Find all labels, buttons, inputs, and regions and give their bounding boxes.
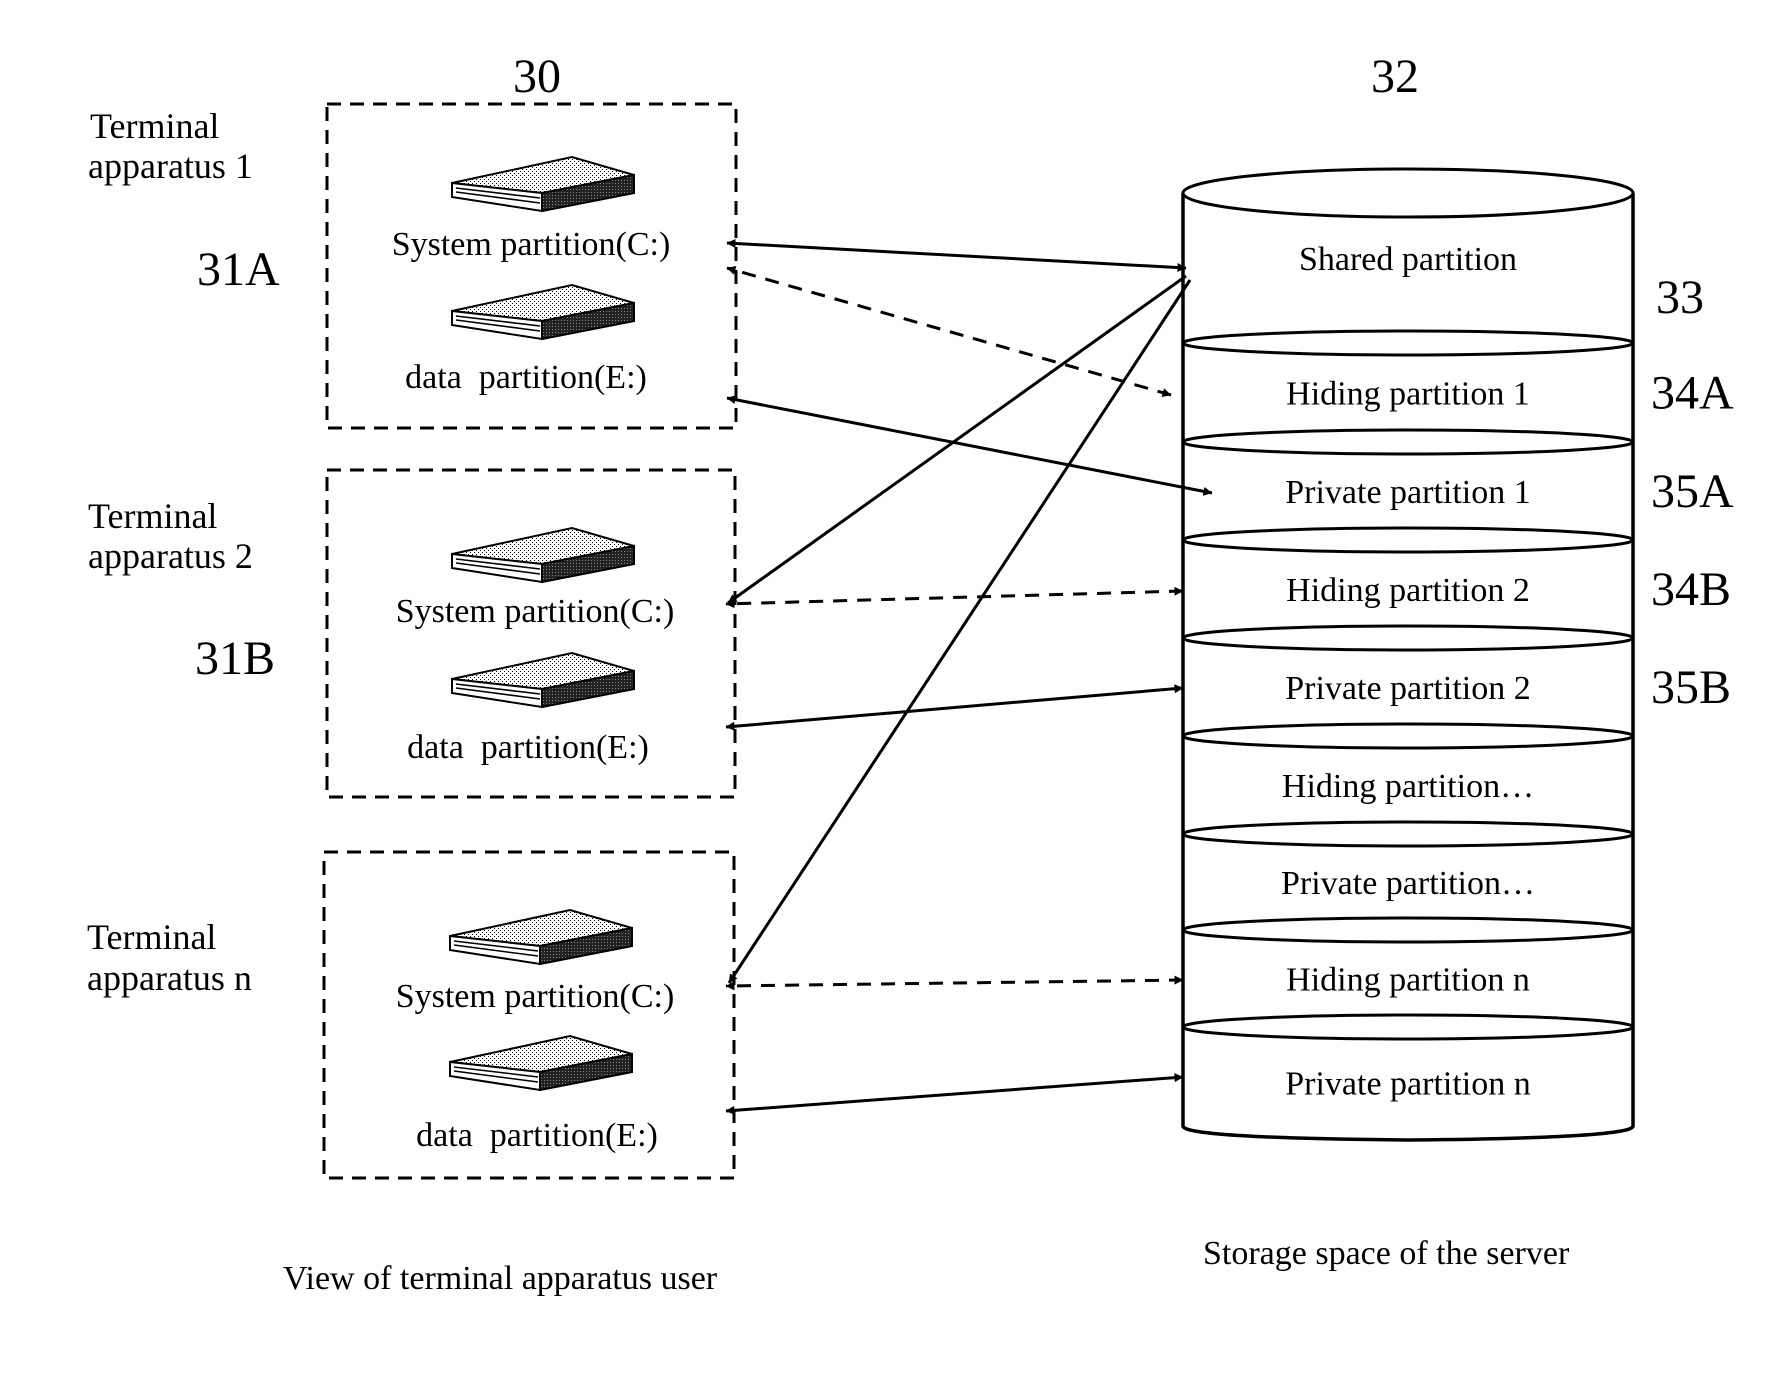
arrow-t1-data-private1	[726, 395, 1213, 496]
connections	[725, 238, 1213, 1115]
terminal-n-data-partition[interactable]: data partition(E:)	[416, 1117, 658, 1154]
cylinder-divider	[1181, 1013, 1635, 1041]
arrow-t2-system-shared	[727, 274, 1187, 605]
cylinder-band-refs: 33 34A 35A 34B 35B	[1651, 271, 1734, 714]
partition-ref-number: 34A	[1651, 367, 1734, 420]
partition-band-label[interactable]: Private partition…	[1281, 865, 1535, 902]
partition-band-label[interactable]: Private partition 1	[1285, 474, 1531, 511]
partition-ref-number: 33	[1656, 271, 1704, 324]
terminal-n-system-partition[interactable]: System partition(C:)	[396, 978, 675, 1015]
terminal-2: Terminal apparatus 2 31B System partitio…	[88, 468, 737, 799]
partition-ref-number: 34B	[1651, 563, 1731, 616]
cylinder-divider	[1181, 526, 1635, 554]
partition-band-label[interactable]: Hiding partition 1	[1286, 376, 1530, 413]
arrow-tn-system-hidingn	[725, 975, 1184, 991]
cylinder-divider	[1181, 624, 1635, 652]
caption-terminal-view: View of terminal apparatus user	[283, 1260, 718, 1297]
arrow-tn-system-shared	[727, 279, 1192, 984]
terminal-2-ref: 31B	[195, 632, 275, 685]
partition-band-label[interactable]: Shared partition	[1299, 241, 1517, 278]
terminal-n-name-line2: apparatus n	[87, 958, 252, 998]
partition-diagram: 30 32 Terminal apparatus 1 31A System pa…	[87, 50, 1734, 1297]
terminal-2-data-partition[interactable]: data partition(E:)	[407, 729, 649, 766]
terminal-2-name-line2: apparatus 2	[88, 536, 253, 576]
arrow-tn-data-privaten	[725, 1073, 1184, 1115]
arrow-t1-system-shared	[726, 238, 1187, 273]
ref-server-storage: 32	[1371, 50, 1419, 103]
cylinder-divider	[1181, 916, 1635, 944]
terminal-1-ref: 31A	[197, 243, 280, 296]
arrow-t1-system-hiding1	[726, 266, 1172, 397]
server-storage-cylinder: Shared partition Hiding partition 1 Privat…	[1181, 167, 1734, 1142]
terminal-1-data-partition[interactable]: data partition(E:)	[405, 359, 647, 396]
terminal-1-name-line1: Terminal	[90, 106, 219, 146]
partition-band-label[interactable]: Hiding partition n	[1286, 962, 1530, 999]
partition-band-label[interactable]: Hiding partition 2	[1286, 572, 1530, 609]
ref-terminal-view: 30	[513, 50, 561, 103]
drive-icon	[451, 652, 635, 708]
drive-icon	[449, 1035, 633, 1091]
terminal-n-name-line1: Terminal	[87, 917, 216, 957]
partition-ref-number: 35A	[1651, 465, 1734, 518]
cylinder-top	[1181, 167, 1635, 219]
cylinder-band-labels: Shared partition Hiding partition 1 Privat…	[1281, 241, 1535, 1103]
drive-icon	[451, 156, 635, 212]
partition-band-label[interactable]: Private partition n	[1285, 1066, 1531, 1103]
caption-server-storage: Storage space of the server	[1203, 1235, 1570, 1272]
partition-ref-number: 35B	[1651, 661, 1731, 714]
partition-band-label[interactable]: Hiding partition…	[1282, 768, 1534, 805]
drive-icon	[449, 909, 633, 965]
terminal-2-name-line1: Terminal	[88, 496, 217, 536]
terminal-1-system-partition[interactable]: System partition(C:)	[392, 226, 671, 263]
partition-band-label[interactable]: Private partition 2	[1285, 670, 1531, 707]
terminal-n: Terminal apparatus n System partition(C:…	[87, 850, 736, 1180]
terminal-1-name-line2: apparatus 1	[88, 146, 253, 186]
terminal-1: Terminal apparatus 1 31A System partitio…	[88, 102, 738, 430]
drive-icon	[451, 527, 635, 583]
cylinder-divider	[1181, 722, 1635, 750]
cylinder-divider	[1181, 428, 1635, 456]
drive-icon	[451, 284, 635, 340]
arrow-t2-data-private2	[725, 684, 1184, 731]
arrow-t2-system-hiding2	[725, 586, 1184, 609]
cylinder-divider	[1181, 329, 1635, 357]
cylinder-divider	[1181, 820, 1635, 848]
terminal-2-system-partition[interactable]: System partition(C:)	[396, 593, 675, 630]
